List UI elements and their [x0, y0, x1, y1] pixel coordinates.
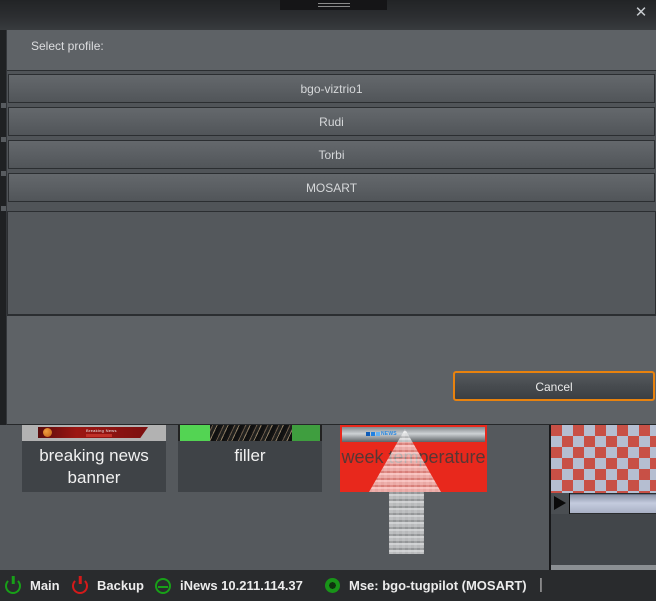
dialog-titlebar: ✕	[0, 0, 656, 30]
basketball-icon	[43, 428, 52, 437]
connection-icon	[155, 578, 171, 594]
road-image	[210, 425, 294, 441]
play-icon	[554, 496, 566, 510]
tile-thumbnail: NEWS	[342, 427, 485, 442]
media-panel-body	[551, 514, 656, 565]
tile-label: filler	[178, 441, 322, 492]
status-main: Main	[5, 570, 60, 601]
drag-handle-icon[interactable]	[280, 0, 387, 10]
status-separator: |	[539, 576, 543, 593]
status-backup: Backup	[72, 570, 144, 601]
greenscreen-left	[180, 425, 210, 441]
power-off-icon	[72, 578, 88, 594]
tile-filler[interactable]: filler	[178, 425, 322, 492]
transparency-checker-thumbnail[interactable]	[551, 425, 656, 493]
profile-list-empty-area	[7, 211, 656, 315]
select-profile-dialog: Select profile: bgo-viztrio1 Rudi Torbi …	[6, 30, 656, 425]
tile-label: breaking news banner	[22, 441, 166, 492]
profile-button-rudi[interactable]: Rudi	[8, 107, 655, 136]
tile-week-temperature[interactable]: NEWS week temperature	[340, 425, 487, 492]
profile-button-mosart[interactable]: MOSART	[8, 173, 655, 202]
power-on-icon	[5, 578, 21, 594]
banner-strip	[86, 434, 112, 437]
cancel-button[interactable]: Cancel	[453, 371, 655, 401]
tile-thumbnail	[178, 425, 322, 441]
status-mse-label: Mse: bgo-tugpilot (MOSART)	[349, 578, 527, 593]
mse-engine-icon	[325, 578, 340, 593]
news-logo-icon: NEWS	[366, 431, 397, 437]
tile-breaking-news-banner[interactable]: Breaking News breaking news banner	[22, 425, 166, 492]
play-button[interactable]	[551, 493, 570, 514]
profile-button-torbi[interactable]: Torbi	[8, 140, 655, 169]
status-bar: Main Backup iNews 10.211.114.37 Mse: bgo…	[0, 570, 656, 601]
status-inews-label: iNews 10.211.114.37	[180, 578, 303, 593]
status-mse: Mse: bgo-tugpilot (MOSART)	[325, 570, 527, 601]
status-main-label: Main	[30, 578, 60, 593]
status-inews: iNews 10.211.114.37	[155, 570, 303, 601]
banner-text: Breaking News	[86, 428, 117, 433]
dialog-title: Select profile:	[31, 39, 104, 53]
timeline-bar[interactable]	[570, 494, 656, 513]
close-icon[interactable]: ✕	[632, 3, 650, 23]
status-backup-label: Backup	[97, 578, 144, 593]
profile-button-bgo-viztrio1[interactable]: bgo-viztrio1	[8, 74, 655, 103]
tile-label: week temperature	[340, 443, 487, 492]
greenscreen-right	[292, 425, 320, 441]
tile-thumbnail: Breaking News	[22, 425, 166, 441]
timeline-row	[551, 493, 656, 514]
